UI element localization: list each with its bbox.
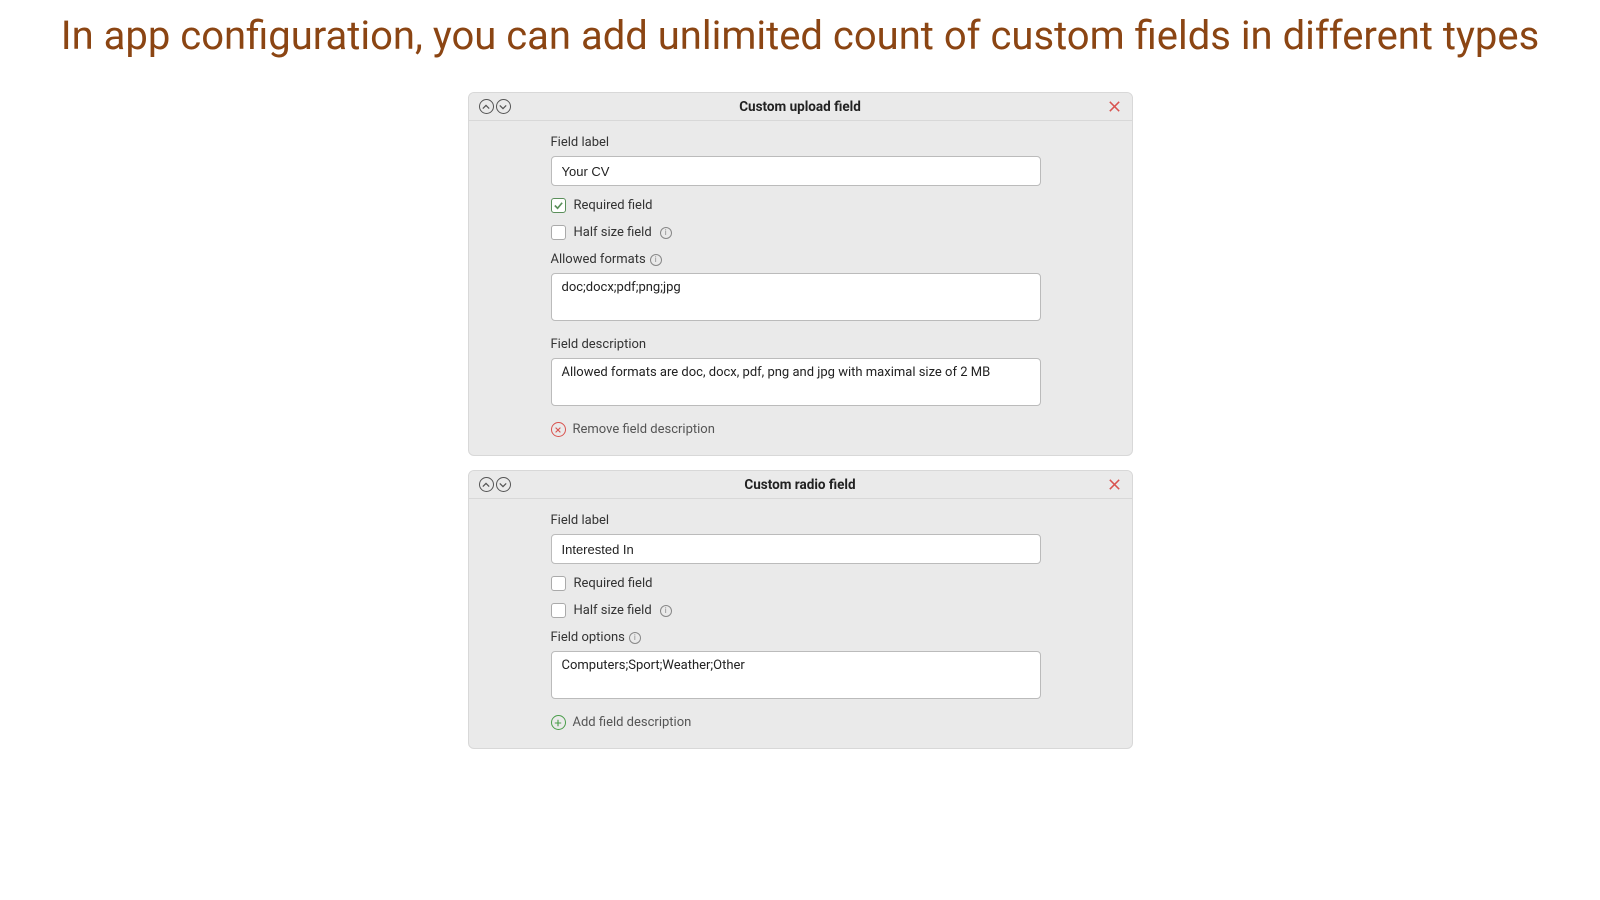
- half-size-checkbox[interactable]: [551, 603, 566, 618]
- panel-body: Field label Required field Half size fie…: [469, 499, 1132, 748]
- close-icon: [1107, 99, 1122, 114]
- close-icon: [1107, 477, 1122, 492]
- field-description-input[interactable]: [551, 358, 1041, 406]
- required-field-checkbox[interactable]: [551, 198, 566, 213]
- move-down-button[interactable]: [496, 477, 511, 492]
- move-up-button[interactable]: [479, 477, 494, 492]
- check-icon: [553, 200, 564, 211]
- close-panel-button[interactable]: [1107, 99, 1122, 114]
- field-options-row: Field options i: [551, 630, 1120, 703]
- field-label-label: Field label: [551, 513, 1120, 528]
- sort-controls: [479, 477, 511, 492]
- required-field-checkbox-row[interactable]: Required field: [551, 198, 1120, 213]
- field-options-label: Field options i: [551, 630, 1120, 645]
- required-field-checkbox-row[interactable]: Required field: [551, 576, 1120, 591]
- panel-title: Custom upload field: [469, 99, 1132, 115]
- remove-icon: [551, 422, 566, 437]
- add-icon: [551, 715, 566, 730]
- close-panel-button[interactable]: [1107, 477, 1122, 492]
- allowed-formats-label-text: Allowed formats: [551, 252, 646, 267]
- chevron-up-icon: [482, 481, 490, 489]
- remove-field-description-label: Remove field description: [573, 422, 715, 437]
- chevron-up-icon: [482, 103, 490, 111]
- add-field-description-label: Add field description: [573, 715, 692, 730]
- half-size-checkbox-row[interactable]: Half size field i: [551, 603, 1120, 618]
- required-field-label: Required field: [574, 576, 653, 591]
- panel-title: Custom radio field: [469, 477, 1132, 493]
- field-label-row: Field label: [551, 135, 1120, 186]
- panel-upload-field: Custom upload field Field label Required…: [468, 92, 1133, 456]
- add-field-description-button[interactable]: Add field description: [551, 715, 1120, 730]
- sort-controls: [479, 99, 511, 114]
- half-size-label: Half size field: [574, 603, 652, 618]
- panels-container: Custom upload field Field label Required…: [468, 92, 1133, 749]
- move-down-button[interactable]: [496, 99, 511, 114]
- move-up-button[interactable]: [479, 99, 494, 114]
- chevron-down-icon: [499, 103, 507, 111]
- field-options-label-text: Field options: [551, 630, 625, 645]
- panel-header: Custom upload field: [469, 93, 1132, 121]
- field-description-label: Field description: [551, 337, 1120, 352]
- field-label-input[interactable]: [551, 534, 1041, 564]
- field-description-row: Field description: [551, 337, 1120, 410]
- allowed-formats-row: Allowed formats i: [551, 252, 1120, 325]
- required-field-checkbox[interactable]: [551, 576, 566, 591]
- field-label-row: Field label: [551, 513, 1120, 564]
- chevron-down-icon: [499, 481, 507, 489]
- allowed-formats-label: Allowed formats i: [551, 252, 1120, 267]
- panel-header: Custom radio field: [469, 471, 1132, 499]
- half-size-checkbox[interactable]: [551, 225, 566, 240]
- info-icon[interactable]: i: [650, 254, 662, 266]
- half-size-checkbox-row[interactable]: Half size field i: [551, 225, 1120, 240]
- field-label-label: Field label: [551, 135, 1120, 150]
- panel-radio-field: Custom radio field Field label Required …: [468, 470, 1133, 749]
- info-icon[interactable]: i: [660, 605, 672, 617]
- required-field-label: Required field: [574, 198, 653, 213]
- panel-body: Field label Required field Half size fie…: [469, 121, 1132, 455]
- page-title: In app configuration, you can add unlimi…: [0, 0, 1600, 82]
- info-icon[interactable]: i: [660, 227, 672, 239]
- allowed-formats-input[interactable]: [551, 273, 1041, 321]
- info-icon[interactable]: i: [629, 632, 641, 644]
- half-size-label: Half size field: [574, 225, 652, 240]
- field-label-input[interactable]: [551, 156, 1041, 186]
- field-options-input[interactable]: [551, 651, 1041, 699]
- remove-field-description-button[interactable]: Remove field description: [551, 422, 1120, 437]
